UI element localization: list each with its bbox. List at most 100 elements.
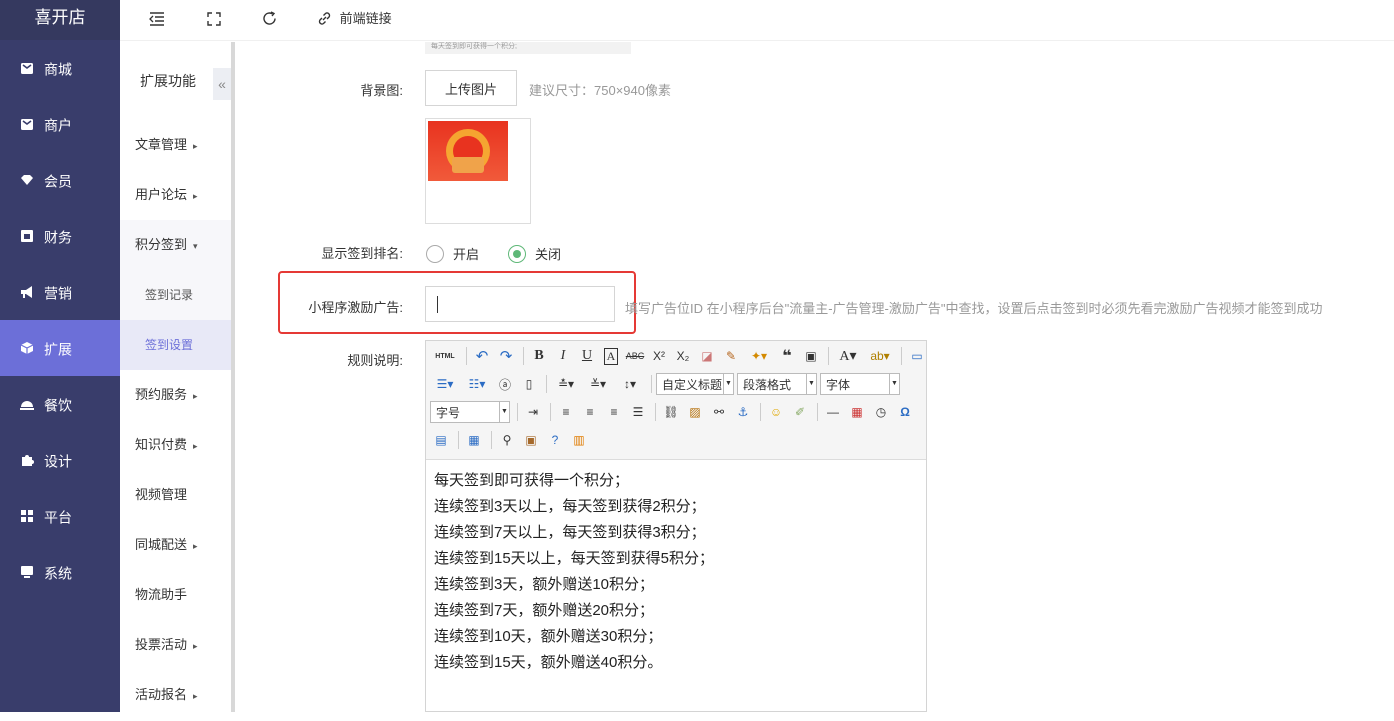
horizontal-rule-icon[interactable]: — (822, 401, 844, 423)
subnav-item-label: 同城配送 (135, 537, 188, 552)
settings-form: 每天签到即可获得一个积分; 背景图: 上传图片 建议尺寸：750×940像素 显… (243, 42, 1394, 712)
rank-off-radio[interactable]: 关闭 (508, 244, 561, 263)
shop-icon (21, 63, 33, 74)
unordered-list-icon[interactable]: ☷▾ (462, 373, 492, 395)
sidebar-item-marketing[interactable]: 营销 (0, 264, 120, 320)
sidebar-item-dining[interactable]: 餐饮 (0, 376, 120, 432)
highlight-color-icon[interactable]: ab▾ (865, 345, 895, 367)
search-replace-icon[interactable]: ⚲ (496, 429, 518, 451)
superscript-icon[interactable]: X² (648, 345, 670, 367)
table-icon[interactable]: ▦ (463, 429, 485, 451)
reward-ad-id-input[interactable] (425, 286, 615, 322)
align-justify-icon[interactable]: ☰ (627, 401, 649, 423)
sidebar-item-design[interactable]: 设计 (0, 432, 120, 488)
border-text-icon[interactable]: A (600, 345, 622, 367)
eraser-icon[interactable]: ◪ (696, 345, 718, 367)
upload-image-button[interactable]: 上传图片 (425, 70, 517, 106)
italic-icon[interactable]: I (552, 345, 574, 367)
subnav-item-forum[interactable]: 用户论坛 ▸ (120, 170, 232, 220)
unlink-icon[interactable]: ⚯ (708, 401, 730, 423)
sidebar-item-member[interactable]: 会员 (0, 152, 120, 208)
sidebar-item-shop[interactable]: 商城 (0, 40, 120, 96)
auto-format-icon[interactable]: ✦▾ (744, 345, 774, 367)
emotion-icon[interactable]: ☺ (765, 401, 787, 423)
sidebar-item-label: 设计 (44, 453, 72, 470)
design-icon (22, 455, 34, 466)
rich-text-editor[interactable]: HTML ↶ ↷ B I U A ABC X² X₂ ◪ ✎ ✦▾ ❝ ▣ A▾… (425, 340, 927, 712)
subnav-item-label: 知识付费 (135, 437, 188, 452)
special-char-icon[interactable]: Ω (894, 401, 916, 423)
date-icon[interactable]: ▦ (846, 401, 868, 423)
template-icon[interactable]: ▤ (430, 429, 452, 451)
editor-content[interactable]: 每天签到即可获得一个积分； 连续签到3天以上，每天签到获得2积分； 连续签到7天… (426, 460, 926, 684)
underline-icon[interactable]: U (576, 345, 598, 367)
bold-icon[interactable]: B (528, 345, 550, 367)
anchor-icon[interactable]: ⚓ (732, 401, 754, 423)
frontend-link-button[interactable]: 前端链接 (317, 0, 392, 38)
time-icon[interactable]: ◷ (870, 401, 892, 423)
rule-line: 连续签到7天以上，每天签到获得3积分； (434, 524, 706, 541)
sidebar-item-merchant[interactable]: 商户 (0, 96, 120, 152)
sidebar-item-extension[interactable]: 扩展 (0, 320, 120, 376)
fullscreen-icon[interactable] (207, 0, 221, 38)
subnav-item-video[interactable]: 视频管理 (120, 470, 232, 520)
scrawl-icon[interactable]: ✐ (789, 401, 811, 423)
indent-icon[interactable]: ⇥ (522, 401, 544, 423)
rank-on-radio[interactable]: 开启 (426, 244, 479, 263)
html-source-icon[interactable]: HTML (430, 345, 460, 367)
align-left-icon[interactable]: ≡ (555, 401, 577, 423)
subnav-item-logistics[interactable]: 物流助手 (120, 570, 232, 620)
blockquote-icon[interactable]: ❝ (776, 345, 798, 367)
sidebar-item-system[interactable]: 系统 (0, 544, 120, 600)
align-right-icon[interactable]: ≡ (603, 401, 625, 423)
preview-icon[interactable]: ▭ (906, 345, 928, 367)
format-brush-icon[interactable]: ✎ (720, 345, 742, 367)
custom-title-select[interactable]: 自定义标题 ▼ (656, 373, 734, 395)
app-brand: 喜开店 (0, 0, 120, 40)
subnav-item-points-signin[interactable]: 积分签到 ▾ (120, 220, 232, 270)
subnav-item-label: 用户论坛 (135, 187, 188, 202)
help-icon[interactable]: ? (544, 429, 566, 451)
refresh-icon[interactable] (262, 0, 277, 38)
platform-icon (21, 510, 33, 522)
radio-circle (426, 245, 444, 263)
subnav-item-voting[interactable]: 投票活动 ▸ (120, 620, 232, 670)
strikethrough-icon[interactable]: ABC (624, 345, 646, 367)
subnav-item-paid-knowledge[interactable]: 知识付费 ▸ (120, 420, 232, 470)
subnav-item-signin-records[interactable]: 签到记录 (120, 270, 232, 320)
font-color-icon[interactable]: A▾ (833, 345, 863, 367)
bg-image-preview[interactable] (425, 118, 531, 224)
top-toolbar: 前端链接 (120, 0, 1394, 41)
subnav-item-booking[interactable]: 预约服务 ▸ (120, 370, 232, 420)
row-spacing-top-icon[interactable]: ≛▾ (551, 373, 581, 395)
undo-icon[interactable]: ↶ (471, 345, 493, 367)
image-icon[interactable]: ▨ (684, 401, 706, 423)
sidebar-item-label: 扩展 (44, 341, 72, 358)
font-family-select[interactable]: 字体 ▼ (820, 373, 900, 395)
subnav-item-signin-settings[interactable]: 签到设置 (120, 320, 232, 370)
link-icon[interactable]: ⛓ (660, 401, 682, 423)
redo-icon[interactable]: ↷ (495, 345, 517, 367)
subscript-icon[interactable]: X₂ (672, 345, 694, 367)
font-size-select[interactable]: 字号 ▼ (430, 401, 510, 423)
paragraph-format-select[interactable]: 段落格式 ▼ (737, 373, 817, 395)
paste-plain-icon[interactable]: ▣ (800, 345, 822, 367)
row-spacing-bottom-icon[interactable]: ≚▾ (583, 373, 613, 395)
select-all-icon[interactable]: ⓐ (494, 373, 516, 395)
subnav-scrollbar[interactable] (231, 42, 235, 712)
charts-icon[interactable]: ▥ (568, 429, 590, 451)
subnav-item-event-signup[interactable]: 活动报名 ▸ (120, 670, 232, 720)
subnav-item-local-delivery[interactable]: 同城配送 ▸ (120, 520, 232, 570)
collapse-subnav-button[interactable]: « (213, 68, 231, 100)
paste-icon[interactable]: ▣ (520, 429, 542, 451)
line-height-icon[interactable]: ↕▾ (615, 373, 645, 395)
menu-toggle-icon[interactable] (149, 0, 165, 38)
align-center-icon[interactable]: ≡ (579, 401, 601, 423)
ordered-list-icon[interactable]: ☰▾ (430, 373, 460, 395)
font-size-value: 字号 (436, 406, 461, 420)
sidebar-item-finance[interactable]: 财务 (0, 208, 120, 264)
sidebar-item-platform[interactable]: 平台 (0, 488, 120, 544)
subnav-item-articles[interactable]: 文章管理 ▸ (120, 120, 232, 170)
clear-doc-icon[interactable]: ▯ (518, 373, 540, 395)
sidebar-item-label: 商城 (44, 61, 72, 78)
